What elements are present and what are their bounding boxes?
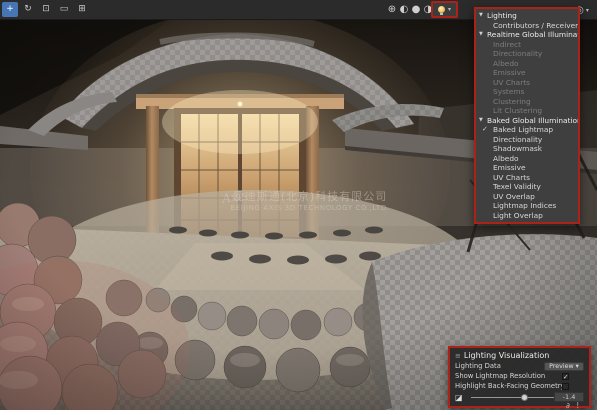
menu-item-emissive[interactable]: Emissive [476, 163, 578, 173]
unity-scene-view: Axis 爱迪斯通(北京)科技有限公司 BEIJING AXIS 3D TECH… [0, 0, 597, 410]
slider-thumb[interactable] [521, 394, 528, 401]
chevron-down-icon: ▾ [448, 3, 451, 16]
exposure-icon: ◪ [455, 393, 463, 402]
lighting-data-dropdown[interactable]: Preview ▾ [544, 362, 584, 371]
scene-lighting-draw-mode-button[interactable]: ▾ [431, 1, 458, 18]
menu-label: Albedo [493, 154, 519, 163]
lightbulb-icon [438, 6, 445, 13]
menu-label: Light Overlap [493, 211, 543, 220]
lighting-data-label: Lighting Data [455, 362, 501, 370]
shaded-sphere-icon[interactable]: ◐ [398, 4, 410, 16]
menu-item-albedo[interactable]: Albedo [476, 154, 578, 164]
highlight-backfacing-row: Highlight Back-Facing Geometry [455, 381, 584, 391]
menu-label: Indirect [493, 40, 521, 49]
menu-item-directionality-rt[interactable]: Directionality [476, 49, 578, 59]
menu-item-directionality[interactable]: Directionality [476, 135, 578, 145]
menu-label: Directionality [493, 135, 542, 144]
menu-label: UV Charts [493, 173, 530, 182]
menu-item-albedo-rt[interactable]: Albedo [476, 59, 578, 69]
grid-sphere-icon[interactable]: ⊕ [386, 4, 398, 16]
checkmark-icon: ✓ [482, 125, 488, 135]
foldout-triangle-icon: ▼ [479, 30, 483, 40]
chevron-down-icon: ▾ [576, 363, 579, 370]
draw-mode-dropdown-menu: ▼ Lighting Contributors / Receivers ▼ Real… [474, 7, 580, 224]
move-tool-button[interactable]: + [2, 2, 18, 17]
menu-item-baked-lightmap[interactable]: ✓ Baked Lightmap [476, 125, 578, 135]
menu-label: Lightmap Indices [493, 201, 556, 210]
menu-label: Baked Lightmap [493, 125, 553, 134]
exposure-slider-row: ◪ -1.4 [455, 391, 584, 403]
menu-item-emissive-rt[interactable]: Emissive [476, 68, 578, 78]
rect-tool-button[interactable]: ▭ [56, 2, 72, 17]
foldout-triangle-icon: ▼ [479, 11, 483, 21]
menu-label: Shadowmask [493, 144, 542, 153]
exposure-slider[interactable] [471, 391, 557, 403]
menu-label: Systems [493, 87, 524, 96]
menu-header-lighting[interactable]: ▼ Lighting [476, 11, 578, 21]
lighting-data-row: Lighting Data Preview ▾ [455, 361, 584, 371]
menu-label: Clustering [493, 97, 531, 106]
menu-label: Emissive [493, 163, 526, 172]
menu-label: UV Overlap [493, 192, 535, 201]
menu-label: Contributors / Receivers [493, 21, 578, 30]
menu-label: Realtime Global Illumination [487, 30, 578, 39]
lighting-visualization-panel: ≡Lighting Visualization Lighting Data Pr… [448, 346, 591, 408]
menu-item-light-overlap[interactable]: Light Overlap [476, 211, 578, 221]
transform-tool-button[interactable]: ⊞ [74, 2, 90, 17]
menu-label: Texel Validity [493, 182, 541, 191]
panel-title: Lighting Visualization [464, 351, 549, 360]
show-lightmap-resolution-row: Show Lightmap Resolution ✓ [455, 371, 584, 381]
menu-item-systems[interactable]: Systems [476, 87, 578, 97]
foldout-triangle-icon: ▼ [479, 116, 483, 126]
menu-label: Lighting [487, 11, 517, 20]
menu-item-uv-charts[interactable]: UV Charts [476, 173, 578, 183]
menu-label: UV Charts [493, 78, 530, 87]
show-lightmap-resolution-checkbox[interactable]: ✓ [562, 373, 569, 380]
rotate-tool-button[interactable]: ↻ [20, 2, 36, 17]
highlight-backfacing-label: Highlight Back-Facing Geometry [455, 382, 565, 390]
menu-item-texel-validity[interactable]: Texel Validity [476, 182, 578, 192]
menu-item-indirect[interactable]: Indirect [476, 40, 578, 50]
menu-label: Baked Global Illumination [487, 116, 578, 125]
chevron-down-icon: ▾ [586, 4, 589, 17]
menu-label: Directionality [493, 49, 542, 58]
panel-title-bar[interactable]: ≡Lighting Visualization [455, 350, 584, 361]
corner-artifact: ∂ ! [566, 401, 581, 410]
highlight-backfacing-checkbox[interactable] [562, 383, 569, 390]
menu-item-shadowmask[interactable]: Shadowmask [476, 144, 578, 154]
drag-handle-icon: ≡ [455, 352, 461, 360]
menu-item-contributors-receivers[interactable]: Contributors / Receivers [476, 21, 578, 31]
menu-item-uv-overlap[interactable]: UV Overlap [476, 192, 578, 202]
menu-label: Albedo [493, 59, 519, 68]
menu-label: Emissive [493, 68, 526, 77]
menu-header-realtime-gi[interactable]: ▼ Realtime Global Illumination [476, 30, 578, 40]
menu-item-uv-charts-rt[interactable]: UV Charts [476, 78, 578, 88]
menu-header-baked-gi[interactable]: ▼ Baked Global Illumination [476, 116, 578, 126]
menu-item-clustering[interactable]: Clustering [476, 97, 578, 107]
filled-circle-icon[interactable]: ● [410, 4, 422, 16]
slider-track [471, 397, 557, 398]
scale-tool-button[interactable]: ⊡ [38, 2, 54, 17]
menu-label: Lit Clustering [493, 106, 542, 115]
menu-item-lightmap-indices[interactable]: Lightmap Indices [476, 201, 578, 211]
show-lightmap-resolution-label: Show Lightmap Resolution [455, 372, 545, 380]
menu-item-lit-clustering[interactable]: Lit Clustering [476, 106, 578, 116]
lighting-data-value: Preview [549, 363, 574, 370]
